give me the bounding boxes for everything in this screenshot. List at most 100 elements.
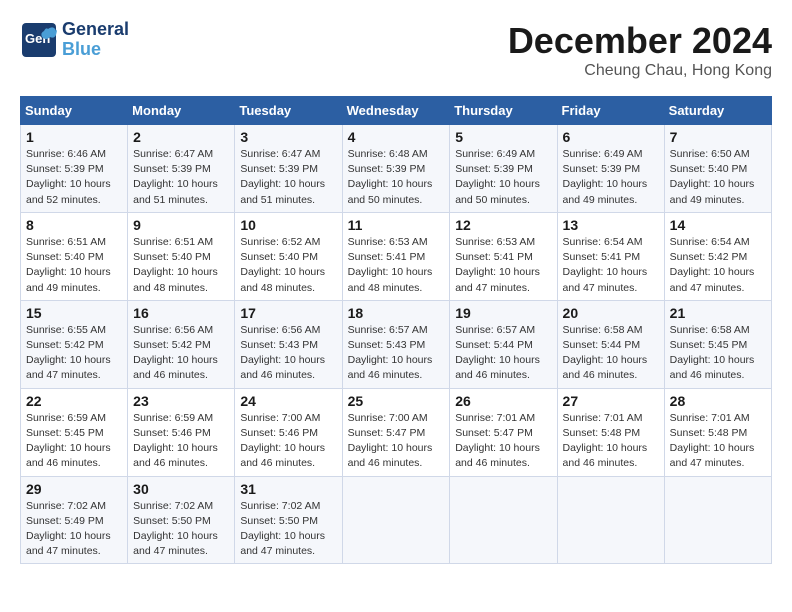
day-info: Sunrise: 7:00 AMSunset: 5:46 PMDaylight:…: [240, 411, 336, 472]
day-number: 31: [240, 481, 336, 497]
day-number: 28: [670, 393, 766, 409]
day-number: 30: [133, 481, 229, 497]
logo-icon: Gen: [20, 21, 58, 59]
day-number: 2: [133, 129, 229, 145]
day-number: 20: [563, 305, 659, 321]
calendar-day-5: 5 Sunrise: 6:49 AMSunset: 5:39 PMDaylight…: [450, 125, 557, 213]
day-number: 9: [133, 217, 229, 233]
calendar-day-11: 11 Sunrise: 6:53 AMSunset: 5:41 PMDayligh…: [342, 212, 450, 300]
calendar-day-19: 19 Sunrise: 6:57 AMSunset: 5:44 PMDayligh…: [450, 300, 557, 388]
day-info: Sunrise: 6:49 AMSunset: 5:39 PMDaylight:…: [563, 147, 659, 208]
title-area: December 2024 Cheung Chau, Hong Kong: [508, 20, 772, 80]
calendar-day-24: 24 Sunrise: 7:00 AMSunset: 5:46 PMDayligh…: [235, 388, 342, 476]
day-info: Sunrise: 6:53 AMSunset: 5:41 PMDaylight:…: [348, 235, 445, 296]
day-info: Sunrise: 6:58 AMSunset: 5:44 PMDaylight:…: [563, 323, 659, 384]
calendar-day-17: 17 Sunrise: 6:56 AMSunset: 5:43 PMDayligh…: [235, 300, 342, 388]
calendar-day-15: 15Sunrise: 6:55 AMSunset: 5:42 PMDayligh…: [21, 300, 128, 388]
calendar-day-3: 3 Sunrise: 6:47 AMSunset: 5:39 PMDaylight…: [235, 125, 342, 213]
empty-cell: [557, 476, 664, 564]
day-number: 12: [455, 217, 551, 233]
day-info: Sunrise: 7:01 AMSunset: 5:47 PMDaylight:…: [455, 411, 551, 472]
calendar-week-3: 15Sunrise: 6:55 AMSunset: 5:42 PMDayligh…: [21, 300, 772, 388]
calendar-day-27: 27 Sunrise: 7:01 AMSunset: 5:48 PMDayligh…: [557, 388, 664, 476]
calendar-day-29: 29Sunrise: 7:02 AMSunset: 5:49 PMDayligh…: [21, 476, 128, 564]
calendar-day-12: 12 Sunrise: 6:53 AMSunset: 5:41 PMDayligh…: [450, 212, 557, 300]
calendar-day-21: 21Sunrise: 6:58 AMSunset: 5:45 PMDayligh…: [664, 300, 771, 388]
day-number: 27: [563, 393, 659, 409]
day-info: Sunrise: 6:49 AMSunset: 5:39 PMDaylight:…: [455, 147, 551, 208]
calendar-day-1: 1 Sunrise: 6:46 AMSunset: 5:39 PMDaylight…: [21, 125, 128, 213]
day-number: 4: [348, 129, 445, 145]
calendar-day-23: 23Sunrise: 6:59 AMSunset: 5:46 PMDayligh…: [128, 388, 235, 476]
day-number: 8: [26, 217, 122, 233]
day-number: 7: [670, 129, 766, 145]
day-info: Sunrise: 7:01 AMSunset: 5:48 PMDaylight:…: [563, 411, 659, 472]
calendar-day-14: 14 Sunrise: 6:54 AMSunset: 5:42 PMDayligh…: [664, 212, 771, 300]
day-number: 18: [348, 305, 445, 321]
day-number: 22: [26, 393, 122, 409]
logo-blue: Blue: [62, 40, 129, 60]
day-info: Sunrise: 6:59 AMSunset: 5:46 PMDaylight:…: [133, 411, 229, 472]
day-header-wednesday: Wednesday: [342, 97, 450, 125]
calendar-day-25: 25 Sunrise: 7:00 AMSunset: 5:47 PMDayligh…: [342, 388, 450, 476]
calendar-day-18: 18 Sunrise: 6:57 AMSunset: 5:43 PMDayligh…: [342, 300, 450, 388]
calendar-day-10: 10Sunrise: 6:52 AMSunset: 5:40 PMDayligh…: [235, 212, 342, 300]
day-number: 24: [240, 393, 336, 409]
day-info: Sunrise: 6:56 AMSunset: 5:43 PMDaylight:…: [240, 323, 336, 384]
day-info: Sunrise: 6:58 AMSunset: 5:45 PMDaylight:…: [670, 323, 766, 384]
day-number: 19: [455, 305, 551, 321]
day-number: 11: [348, 217, 445, 233]
day-info: Sunrise: 6:47 AMSunset: 5:39 PMDaylight:…: [240, 147, 336, 208]
day-info: Sunrise: 7:02 AMSunset: 5:49 PMDaylight:…: [26, 499, 122, 560]
calendar-day-22: 22Sunrise: 6:59 AMSunset: 5:45 PMDayligh…: [21, 388, 128, 476]
calendar-week-4: 22Sunrise: 6:59 AMSunset: 5:45 PMDayligh…: [21, 388, 772, 476]
calendar-week-2: 8 Sunrise: 6:51 AMSunset: 5:40 PMDaylight…: [21, 212, 772, 300]
day-header-friday: Friday: [557, 97, 664, 125]
calendar-day-31: 31 Sunrise: 7:02 AMSunset: 5:50 PMDayligh…: [235, 476, 342, 564]
calendar-day-16: 16Sunrise: 6:56 AMSunset: 5:42 PMDayligh…: [128, 300, 235, 388]
day-info: Sunrise: 6:53 AMSunset: 5:41 PMDaylight:…: [455, 235, 551, 296]
day-header-sunday: Sunday: [21, 97, 128, 125]
calendar-day-9: 9 Sunrise: 6:51 AMSunset: 5:40 PMDaylight…: [128, 212, 235, 300]
day-info: Sunrise: 6:54 AMSunset: 5:42 PMDaylight:…: [670, 235, 766, 296]
day-header-tuesday: Tuesday: [235, 97, 342, 125]
day-info: Sunrise: 7:01 AMSunset: 5:48 PMDaylight:…: [670, 411, 766, 472]
calendar-subtitle: Cheung Chau, Hong Kong: [508, 62, 772, 80]
day-number: 25: [348, 393, 445, 409]
day-info: Sunrise: 7:02 AMSunset: 5:50 PMDaylight:…: [133, 499, 229, 560]
header: Gen General Blue December 2024 Cheung Ch…: [20, 20, 772, 80]
day-info: Sunrise: 6:51 AMSunset: 5:40 PMDaylight:…: [133, 235, 229, 296]
day-header-thursday: Thursday: [450, 97, 557, 125]
day-number: 13: [563, 217, 659, 233]
day-number: 1: [26, 129, 122, 145]
day-number: 14: [670, 217, 766, 233]
empty-cell: [342, 476, 450, 564]
day-header-monday: Monday: [128, 97, 235, 125]
calendar-title: December 2024: [508, 20, 772, 62]
day-number: 17: [240, 305, 336, 321]
day-info: Sunrise: 6:48 AMSunset: 5:39 PMDaylight:…: [348, 147, 445, 208]
calendar-body: 1 Sunrise: 6:46 AMSunset: 5:39 PMDaylight…: [21, 125, 772, 564]
calendar-week-5: 29Sunrise: 7:02 AMSunset: 5:49 PMDayligh…: [21, 476, 772, 564]
day-info: Sunrise: 6:57 AMSunset: 5:44 PMDaylight:…: [455, 323, 551, 384]
day-number: 6: [563, 129, 659, 145]
calendar-week-1: 1 Sunrise: 6:46 AMSunset: 5:39 PMDaylight…: [21, 125, 772, 213]
day-info: Sunrise: 6:57 AMSunset: 5:43 PMDaylight:…: [348, 323, 445, 384]
day-number: 3: [240, 129, 336, 145]
day-number: 16: [133, 305, 229, 321]
day-info: Sunrise: 6:47 AMSunset: 5:39 PMDaylight:…: [133, 147, 229, 208]
calendar-day-7: 7Sunrise: 6:50 AMSunset: 5:40 PMDaylight…: [664, 125, 771, 213]
calendar-day-2: 2 Sunrise: 6:47 AMSunset: 5:39 PMDaylight…: [128, 125, 235, 213]
calendar-day-28: 28 Sunrise: 7:01 AMSunset: 5:48 PMDayligh…: [664, 388, 771, 476]
header-row: SundayMondayTuesdayWednesdayThursdayFrid…: [21, 97, 772, 125]
empty-cell: [450, 476, 557, 564]
calendar-day-20: 20 Sunrise: 6:58 AMSunset: 5:44 PMDayligh…: [557, 300, 664, 388]
day-info: Sunrise: 7:02 AMSunset: 5:50 PMDaylight:…: [240, 499, 336, 560]
calendar-day-26: 26Sunrise: 7:01 AMSunset: 5:47 PMDayligh…: [450, 388, 557, 476]
day-number: 5: [455, 129, 551, 145]
calendar-header: SundayMondayTuesdayWednesdayThursdayFrid…: [21, 97, 772, 125]
day-info: Sunrise: 7:00 AMSunset: 5:47 PMDaylight:…: [348, 411, 445, 472]
day-number: 15: [26, 305, 122, 321]
day-info: Sunrise: 6:51 AMSunset: 5:40 PMDaylight:…: [26, 235, 122, 296]
day-info: Sunrise: 6:46 AMSunset: 5:39 PMDaylight:…: [26, 147, 122, 208]
